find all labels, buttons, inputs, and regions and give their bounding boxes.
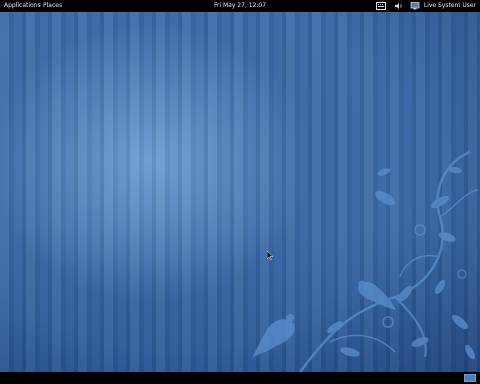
network-icon[interactable] <box>410 2 420 10</box>
user-menu[interactable]: Live System User <box>424 0 476 12</box>
mouse-pointer-icon <box>267 251 273 260</box>
top-panel: Applications Places Fri May 27, 12:07 Li… <box>0 0 480 12</box>
screen: Applications Places Fri May 27, 12:07 Li… <box>0 0 480 384</box>
desktop[interactable] <box>0 12 480 372</box>
keyboard-icon[interactable] <box>376 2 386 10</box>
clock[interactable]: Fri May 27, 12:07 <box>0 0 480 12</box>
workspace-switcher-icon[interactable] <box>464 374 476 382</box>
bottom-panel <box>0 372 480 384</box>
volume-icon[interactable] <box>394 2 404 10</box>
wallpaper-floral-artwork <box>252 150 479 372</box>
